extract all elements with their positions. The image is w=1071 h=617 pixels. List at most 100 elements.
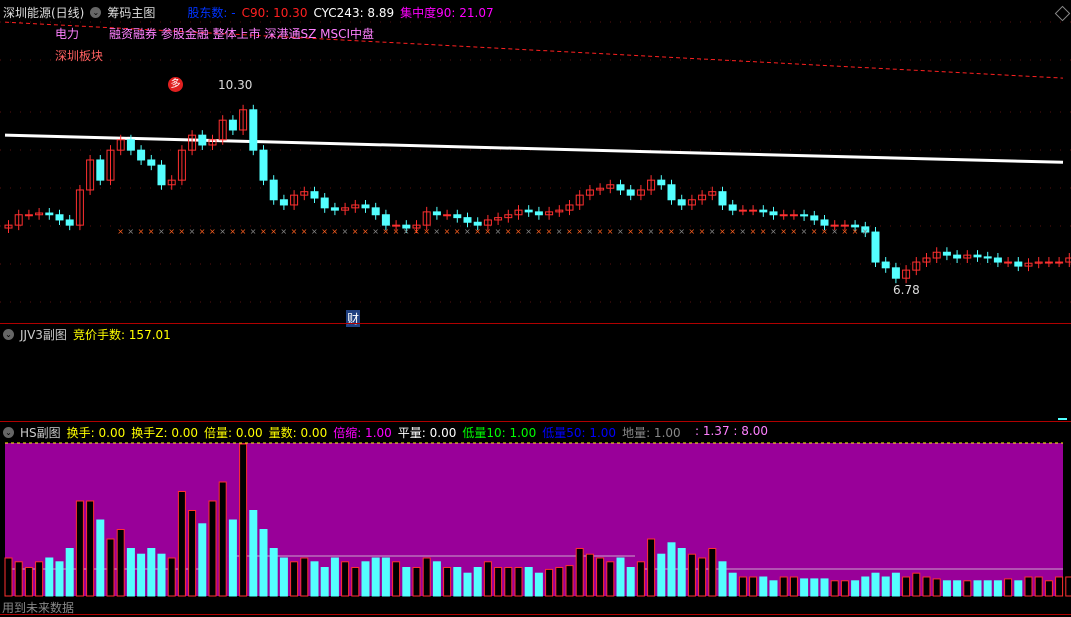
- volume-bar: [432, 561, 441, 597]
- volume-bar: [963, 580, 972, 597]
- candle: [626, 189, 635, 196]
- signal-x-marker: ×: [862, 227, 869, 236]
- volume-bar: [708, 548, 717, 597]
- candle: [249, 109, 258, 151]
- volume-bar: [228, 519, 237, 597]
- industry-tag[interactable]: 电力: [55, 25, 79, 42]
- signal-x-marker: ×: [423, 227, 430, 236]
- volume-bar: [290, 561, 299, 597]
- candle: [891, 267, 900, 279]
- candle: [147, 159, 156, 166]
- signal-x-marker: ×: [739, 227, 746, 236]
- indicator-name[interactable]: 筹码主图: [107, 4, 155, 21]
- candle: [432, 211, 441, 216]
- volume-bar: [545, 568, 554, 597]
- candle: [534, 211, 543, 216]
- volume-bar: [147, 548, 156, 597]
- signal-x-marker: ×: [505, 227, 512, 236]
- region-tag[interactable]: 深圳板块: [55, 47, 103, 64]
- signal-x-marker: ×: [688, 227, 695, 236]
- volume-bar: [932, 578, 941, 597]
- volume-bar: [891, 572, 900, 597]
- volume-bar: [483, 561, 492, 597]
- signal-x-marker: ×: [403, 227, 410, 236]
- signal-x-marker: ×: [240, 227, 247, 236]
- price-chart[interactable]: × × × × × × × × × × × × × × × × × × × × × × × × × × × × × × × × × × × × × × × ×…: [0, 0, 1071, 617]
- concept-tags[interactable]: 融资融券 参股金融 整体上市 深港通SZ MSCI中盘: [109, 25, 374, 42]
- signal-x-marker: ×: [250, 227, 257, 236]
- volume-bar: [361, 561, 370, 597]
- cost-ma-line: [4, 133, 1064, 164]
- volume-bar: [973, 580, 982, 597]
- signal-x-marker: ×: [495, 227, 502, 236]
- volume-bar: [443, 567, 452, 597]
- volume-bar: [279, 557, 288, 597]
- volume-bar: [993, 580, 1002, 597]
- signal-x-marker: ×: [127, 227, 134, 236]
- signal-x-marker: ×: [729, 227, 736, 236]
- volume-bar: [851, 580, 860, 597]
- signal-x-marker: ×: [444, 227, 451, 236]
- volume-bar: [626, 567, 635, 597]
- finance-marker[interactable]: 财: [346, 310, 361, 327]
- signal-x-marker: ×: [464, 227, 471, 236]
- volume-bar: [789, 576, 798, 597]
- signal-x-marker: ×: [413, 227, 420, 236]
- hs-item: 平量: 0.00: [397, 426, 457, 440]
- signal-x-marker: ×: [770, 227, 777, 236]
- volume-bar: [1014, 580, 1023, 597]
- signal-x-marker: ×: [535, 227, 542, 236]
- signal-x-marker: ×: [586, 227, 593, 236]
- volume-bar: [239, 443, 248, 597]
- volume-bar: [106, 538, 115, 597]
- signal-x-marker: ×: [393, 227, 400, 236]
- volume-bar: [167, 557, 176, 597]
- candle: [871, 231, 880, 263]
- volume-bar: [779, 576, 788, 597]
- volume-bar: [861, 576, 870, 597]
- volume-bar: [412, 567, 421, 597]
- sub1-title[interactable]: JJV3副图: [20, 326, 67, 343]
- volume-bar: [126, 548, 135, 597]
- cyc243-value: CYC243: 8.89: [313, 5, 395, 20]
- candle: [759, 209, 768, 213]
- volume-bar: [218, 481, 227, 597]
- chevron-down-icon[interactable]: ⌄: [3, 427, 14, 438]
- volume-bar: [800, 578, 809, 597]
- volume-bar: [371, 557, 380, 597]
- signal-badge: 多: [168, 77, 183, 92]
- volume-bar: [35, 561, 44, 597]
- volume-bar: [840, 580, 849, 597]
- volume-bar: [830, 580, 839, 597]
- volume-bar: [759, 576, 768, 597]
- sub1-value: 竞价手数: 157.01: [72, 328, 171, 342]
- signal-x-marker: ×: [617, 227, 624, 236]
- volume-bar: [647, 538, 656, 597]
- candle: [126, 139, 135, 151]
- sub2-title[interactable]: HS副图: [20, 424, 61, 441]
- volume-bar: [259, 529, 268, 597]
- candle: [371, 207, 380, 216]
- chevron-down-icon[interactable]: ⌄: [3, 329, 14, 340]
- volume-bar: [137, 553, 146, 597]
- ratio-value: : 1.37 : 8.00: [695, 424, 768, 438]
- volume-bar: [871, 572, 880, 597]
- volume-bar: [1034, 576, 1043, 597]
- signal-x-marker: ×: [790, 227, 797, 236]
- volume-bar: [402, 567, 411, 597]
- chevron-down-icon[interactable]: ⌄: [90, 7, 102, 18]
- volume-bar: [738, 576, 747, 597]
- candle: [1014, 261, 1023, 267]
- signal-x-marker: ×: [525, 227, 532, 236]
- volume-bar: [585, 553, 594, 597]
- volume-bar: [565, 565, 574, 597]
- candle: [800, 214, 809, 217]
- signal-x-marker: ×: [637, 227, 644, 236]
- signal-x-marker: ×: [627, 227, 634, 236]
- volume-bar: [494, 567, 503, 597]
- signal-x-marker: ×: [648, 227, 655, 236]
- stock-name[interactable]: 深圳能源(日线): [3, 4, 84, 21]
- candle: [279, 199, 288, 206]
- volume-bar: [820, 578, 829, 597]
- candle: [953, 254, 962, 259]
